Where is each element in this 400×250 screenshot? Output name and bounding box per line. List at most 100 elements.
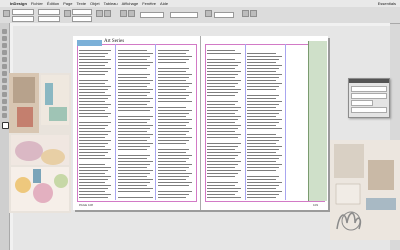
text-line	[118, 104, 147, 105]
selection-tool-icon[interactable]	[2, 29, 7, 34]
text-line	[158, 149, 189, 150]
fill-icon[interactable]	[120, 10, 127, 17]
menu-item-help[interactable]: Aide	[160, 0, 168, 7]
reference-point-icon[interactable]	[3, 10, 10, 17]
scale-icon[interactable]	[64, 10, 71, 17]
panel-field[interactable]	[351, 86, 387, 92]
text-line	[247, 164, 282, 165]
panel-field[interactable]	[351, 100, 373, 106]
text-line	[247, 86, 279, 87]
text-line	[247, 170, 276, 171]
document-spread[interactable]: Art Series PAGE 108 109	[73, 36, 328, 210]
text-line	[158, 131, 189, 132]
text-line	[79, 122, 111, 123]
text-line	[118, 170, 153, 171]
text-line	[79, 188, 108, 189]
floating-panel[interactable]	[348, 78, 390, 118]
text-line	[79, 167, 111, 168]
text-line	[79, 194, 111, 195]
pencil-tool-icon[interactable]	[2, 57, 7, 62]
text-line	[79, 95, 111, 96]
scale-x-field[interactable]	[72, 9, 92, 15]
app-menu[interactable]: InDesign	[10, 0, 27, 7]
text-line	[118, 86, 147, 87]
hand-tool-icon[interactable]	[2, 106, 7, 111]
x-position-field[interactable]	[12, 9, 34, 15]
fill-swatch-icon[interactable]	[2, 122, 9, 129]
text-line	[158, 53, 186, 54]
rotate-icon[interactable]	[96, 10, 103, 17]
text-line	[79, 113, 111, 114]
menu-item-text[interactable]: Texte	[76, 0, 86, 7]
text-line	[118, 131, 147, 132]
menu-item-edit[interactable]: Édition	[47, 0, 59, 7]
text-line	[207, 173, 238, 174]
text-line	[79, 65, 105, 66]
text-line	[247, 158, 279, 159]
y-position-field[interactable]	[12, 16, 34, 22]
width-field[interactable]	[38, 9, 60, 15]
text-line	[118, 185, 147, 186]
menu-item-table[interactable]: Tableau	[104, 0, 118, 7]
panel-field[interactable]	[351, 107, 387, 113]
menu-item-page[interactable]: Page	[63, 0, 72, 7]
stroke-icon[interactable]	[128, 10, 135, 17]
free-transform-tool-icon[interactable]	[2, 92, 7, 97]
text-line	[79, 59, 111, 60]
text-line	[79, 71, 108, 72]
text-line	[207, 134, 241, 135]
rectangle-frame-tool-icon[interactable]	[2, 71, 7, 76]
menu-item-file[interactable]: Fichier	[31, 0, 43, 7]
panel-field[interactable]	[351, 93, 387, 99]
menu-item-window[interactable]: Fenêtre	[142, 0, 156, 7]
stroke-weight-field[interactable]	[140, 12, 164, 18]
zoom-tool-icon[interactable]	[2, 113, 7, 118]
text-line	[118, 125, 153, 126]
text-line	[247, 167, 279, 168]
opacity-field[interactable]	[214, 12, 234, 18]
height-field[interactable]	[38, 16, 60, 22]
stroke-style-select[interactable]	[170, 12, 198, 18]
panel-title-bar[interactable]	[349, 79, 389, 83]
align-icon[interactable]	[250, 10, 257, 17]
shear-icon[interactable]	[104, 10, 111, 17]
pen-tool-icon[interactable]	[2, 50, 7, 55]
menu-item-object[interactable]: Objet	[90, 0, 100, 7]
text-line	[207, 131, 235, 132]
text-line	[158, 179, 186, 180]
line-tool-icon[interactable]	[2, 64, 7, 69]
text-line	[247, 65, 282, 66]
text-line	[207, 185, 235, 186]
text-line	[118, 128, 150, 129]
map-image[interactable]	[308, 41, 327, 201]
horizontal-ruler[interactable]	[10, 23, 390, 26]
text-line	[158, 152, 186, 153]
text-line	[207, 188, 241, 189]
scissors-tool-icon[interactable]	[2, 85, 7, 90]
text-line	[247, 77, 279, 78]
text-line	[207, 62, 241, 63]
text-line	[118, 173, 150, 174]
text-line	[158, 95, 189, 96]
text-line	[118, 176, 147, 177]
pasteboard-collage-image[interactable]	[9, 73, 71, 213]
effects-icon[interactable]	[205, 10, 212, 17]
text-line	[247, 140, 279, 141]
direct-selection-tool-icon[interactable]	[2, 36, 7, 41]
text-line	[247, 194, 279, 195]
text-wrap-icon[interactable]	[242, 10, 249, 17]
text-line	[118, 110, 150, 111]
menu-item-view[interactable]: Affichage	[122, 0, 139, 7]
body-text-frames[interactable]	[73, 36, 328, 210]
rectangle-tool-icon[interactable]	[2, 78, 7, 83]
gradient-tool-icon[interactable]	[2, 99, 7, 104]
type-tool-icon[interactable]	[2, 43, 7, 48]
text-line	[118, 107, 153, 108]
text-line	[158, 107, 186, 108]
text-line	[118, 92, 150, 93]
text-line	[118, 158, 147, 159]
scale-y-field[interactable]	[72, 16, 92, 22]
text-line	[247, 149, 279, 150]
workspace-switcher[interactable]: Essentials	[378, 0, 396, 7]
text-line	[207, 50, 235, 51]
